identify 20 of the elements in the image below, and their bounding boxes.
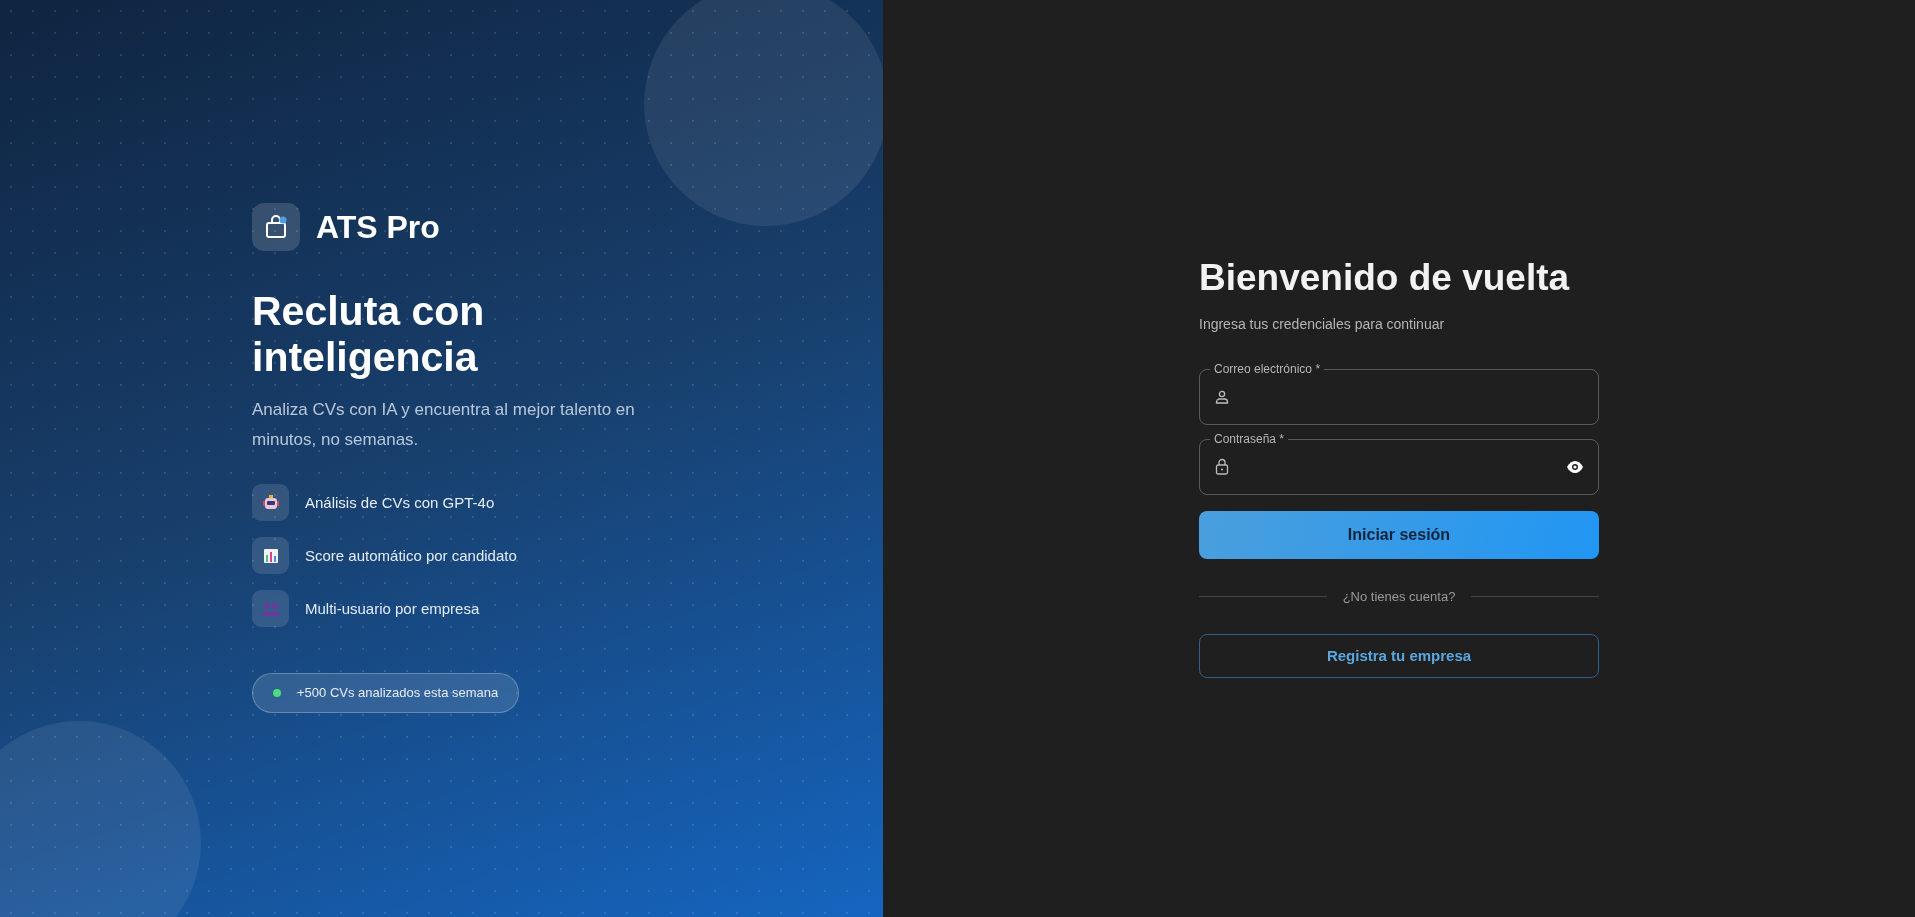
feature-label: Análisis de CVs con GPT-4o (305, 492, 495, 513)
lock-icon (1214, 458, 1230, 475)
feature-label: Multi-usuario por empresa (305, 598, 480, 619)
login-title: Bienvenido de vuelta (1199, 256, 1571, 300)
register-button[interactable]: Registra tu empresa (1199, 634, 1599, 678)
logo-icon (252, 203, 300, 251)
user-icon (1214, 388, 1230, 405)
divider-text: ¿No tienes cuenta? (1342, 587, 1456, 606)
people-icon (252, 590, 289, 628)
robot-icon (252, 484, 289, 522)
bar-chart-icon (252, 537, 289, 575)
hero-title: Recluta con inteligencia (252, 289, 486, 381)
hero-subtitle: Analiza CVs con IA y encuentra al mejor talento en minutos, no semanas. (252, 398, 636, 451)
brand-name: ATS Pro (316, 208, 440, 247)
login-subtitle: Ingresa tus credenciales para continuar (1199, 314, 1446, 334)
login-button[interactable]: Iniciar sesión (1199, 510, 1599, 559)
eye-icon[interactable] (1566, 459, 1584, 474)
status-dot (273, 689, 281, 698)
stat-text: +500 CVs analizados esta semana (297, 684, 499, 703)
feature-label: Score automático por candidato (305, 545, 517, 566)
